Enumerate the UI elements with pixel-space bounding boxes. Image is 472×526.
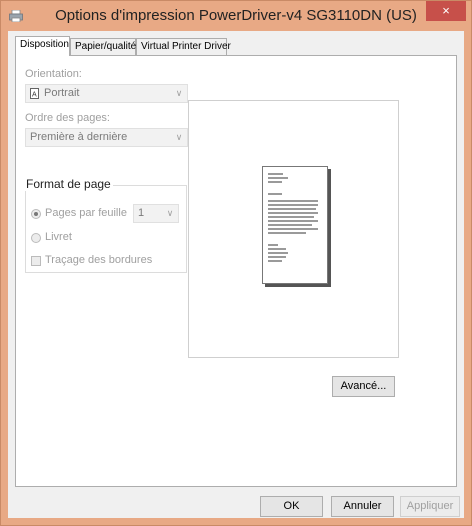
window-title: Options d'impression PowerDriver-v4 SG31… xyxy=(55,7,417,24)
portrait-page-icon: A xyxy=(30,88,39,99)
disposition-panel: Orientation: A Portrait ∨ Ordre des page… xyxy=(15,55,457,487)
tab-paper-quality[interactable]: Papier/qualité xyxy=(70,38,136,55)
title-bar: Options d'impression PowerDriver-v4 SG31… xyxy=(1,1,471,31)
pages-per-sheet-radio[interactable] xyxy=(31,209,41,219)
orientation-select[interactable]: A Portrait ∨ xyxy=(25,84,188,103)
page-order-label: Ordre des pages: xyxy=(25,112,110,124)
pages-per-sheet-select[interactable]: 1 ∨ xyxy=(133,204,179,223)
chevron-down-icon: ∨ xyxy=(175,132,183,142)
ok-button[interactable]: OK xyxy=(260,496,323,517)
draw-borders-label: Traçage des bordures xyxy=(45,254,153,266)
page-order-value: Première à dernière xyxy=(30,131,128,143)
cancel-button[interactable]: Annuler xyxy=(331,496,394,517)
advanced-button[interactable]: Avancé... xyxy=(332,376,395,397)
layout-preview xyxy=(188,100,399,358)
tab-disposition[interactable]: Disposition xyxy=(15,36,70,56)
page-format-title: Format de page xyxy=(24,177,113,191)
svg-text:A: A xyxy=(32,92,37,99)
orientation-value: Portrait xyxy=(44,87,80,99)
chevron-down-icon: ∨ xyxy=(175,88,183,98)
print-options-window: Options d'impression PowerDriver-v4 SG31… xyxy=(0,0,472,526)
close-button[interactable]: × xyxy=(426,1,466,21)
booklet-label: Livret xyxy=(45,231,72,243)
tab-virtual-printer-driver[interactable]: Virtual Printer Driver xyxy=(136,38,231,55)
pages-per-sheet-value: 1 xyxy=(138,207,145,219)
preview-page xyxy=(262,166,328,284)
close-icon: × xyxy=(442,3,450,18)
dialog-client-area: Disposition Papier/qualité Virtual Print… xyxy=(8,31,464,518)
booklet-radio[interactable] xyxy=(31,233,41,243)
orientation-label: Orientation: xyxy=(25,68,82,80)
pages-per-sheet-label: Pages par feuille xyxy=(45,207,127,219)
chevron-down-icon: ∨ xyxy=(166,208,174,218)
page-order-select[interactable]: Première à dernière ∨ xyxy=(25,128,188,147)
draw-borders-checkbox[interactable] xyxy=(31,256,41,266)
apply-button[interactable]: Appliquer xyxy=(400,496,460,517)
printer-icon xyxy=(9,10,23,22)
